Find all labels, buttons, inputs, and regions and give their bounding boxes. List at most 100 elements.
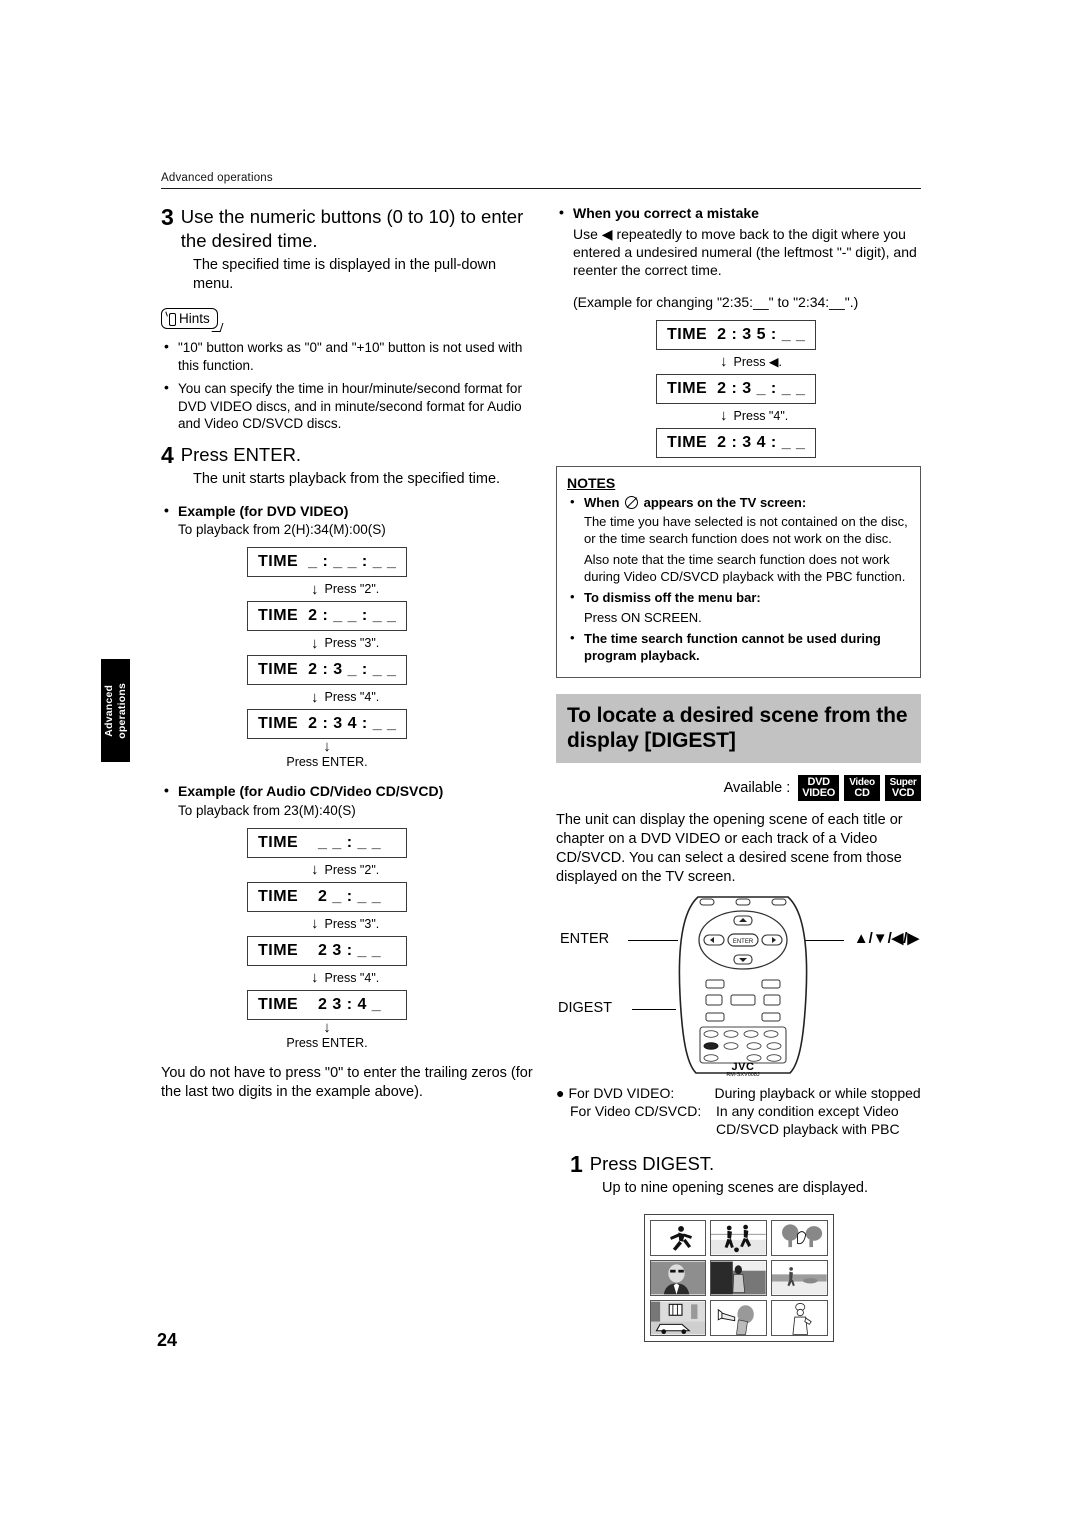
time-display-box: TIME 2 : 3 5 : _ _: [656, 319, 816, 350]
note-label-pre: When: [584, 494, 620, 510]
step-4-number: 4: [161, 441, 174, 468]
condition-term: For Video CD/SVCD:: [570, 1103, 702, 1119]
hand-pointer-icon: [165, 311, 178, 326]
flow-arrow-row: ↓ Press "2".: [311, 858, 533, 882]
flow-action-label: Press ENTER.: [286, 1035, 368, 1050]
down-arrow-icon: ↓: [311, 969, 319, 986]
flow-action-label: Press "4".: [324, 970, 380, 985]
remote-control-diagram: ENTER DIGEST ▲/▼/◀/▶ ENTER JVC RM-SXV008…: [556, 895, 921, 1080]
remote-callout-digest: DIGEST: [558, 1000, 612, 1016]
digest-intro-text: The unit can display the opening scene o…: [556, 812, 903, 885]
down-arrow-icon: ↓: [311, 915, 319, 932]
step-3-body: The specified time is displayed in the p…: [193, 257, 497, 292]
note-label: To dismiss off the menu bar:: [584, 590, 761, 605]
condition-row-vcd: For Video CD/SVCD: In any condition exce…: [556, 1102, 921, 1138]
badge-bottom: CD: [854, 787, 870, 799]
digest-scene-cell[interactable]: [710, 1220, 767, 1256]
digest-scene-cell[interactable]: [770, 1300, 828, 1336]
flow-action-label: Press ENTER.: [286, 755, 368, 769]
flow-arrow-row: ↓ Press ◀.: [720, 350, 921, 374]
digest-scene-cell[interactable]: [770, 1220, 828, 1256]
flow-action-label: Press ◀.: [733, 355, 783, 369]
example-cd-heading-list: Example (for Audio CD/Video CD/SVCD): [161, 782, 533, 801]
flow-arrow-enter: ↓ Press ENTER.: [247, 1019, 407, 1050]
note-label: When appears on the TV screen:: [584, 495, 910, 512]
digest-scene-cell[interactable]: [770, 1260, 828, 1296]
condition-row-dvd: ● For DVD VIDEO: During playback or whil…: [556, 1084, 921, 1102]
remote-model-label: RM-SXV008J: [726, 1072, 760, 1078]
notes-list-2: To dismiss off the menu bar:: [567, 589, 910, 607]
time-display-box: TIME 2 : 3 _ : _ _: [247, 655, 407, 685]
scene-soccer-icon: [711, 1224, 766, 1255]
digest-grid-wrapper: [556, 1214, 921, 1342]
digest-scene-cell[interactable]: [710, 1260, 767, 1296]
step-4-body: The unit starts playback from the specif…: [193, 470, 501, 487]
right-column: When you correct a mistake Use ◀ repeate…: [556, 204, 921, 1342]
remote-body-illustration: ENTER: [678, 896, 808, 1074]
time-display-box: TIME 2 3 : _ _: [247, 935, 407, 966]
down-arrow-icon: ↓: [311, 634, 319, 652]
scene-table-tennis-icon: [781, 1224, 822, 1248]
list-item: The time search function cannot be used …: [567, 630, 910, 664]
section-banner-digest: To locate a desired scene from the displ…: [556, 694, 921, 763]
notes-list: When appears on the TV screen:: [567, 494, 910, 512]
condition-term: For DVD VIDEO:: [568, 1085, 675, 1101]
notes-box: NOTES When appears on the TV screen: The…: [556, 465, 921, 678]
example-dvd-heading: Example (for DVD VIDEO): [161, 502, 533, 521]
note-label: The time search function cannot be used …: [584, 631, 881, 663]
example-cd-heading: Example (for Audio CD/Video CD/SVCD): [161, 782, 533, 801]
digest-scene-cell[interactable]: [649, 1220, 707, 1256]
remote-callout-enter: ENTER: [560, 931, 610, 947]
notes-list-3: The time search function cannot be used …: [567, 630, 910, 664]
side-tab-advanced-operations: Advanced operations: [101, 659, 130, 762]
digest-scene-cell[interactable]: [649, 1300, 707, 1336]
correct-mistake-example-caption: (Example for changing "2:35:__" to "2:34…: [573, 293, 859, 310]
note-paragraph: Press ON SCREEN.: [584, 609, 702, 625]
time-display-box: TIME 2 : 3 4 : _ _: [656, 427, 816, 458]
bullet-icon: ●: [556, 1085, 565, 1101]
correct-mistake-body: Use ◀ repeatedly to move back to the dig…: [573, 225, 917, 278]
flow-arrow-row: ↓ Press "2".: [311, 577, 533, 601]
digest-scene-cell[interactable]: [649, 1260, 707, 1296]
list-item: "10" button works as "0" and "+10" butto…: [161, 338, 533, 374]
step-1-title: Press DIGEST.: [589, 1153, 715, 1174]
list-item: To dismiss off the menu bar:: [567, 589, 910, 607]
step-3-number: 3: [161, 204, 174, 230]
digest-conditions: ● For DVD VIDEO: During playback or whil…: [556, 1084, 921, 1138]
scene-runner-icon: [669, 1225, 692, 1251]
time-display-box: TIME _ : _ _ : _ _: [247, 547, 407, 577]
step-3: 3 Use the numeric buttons (0 to 10) to e…: [161, 205, 533, 253]
available-label: Available :: [723, 780, 791, 796]
badge-super-vcd: Super VCD: [885, 775, 921, 801]
time-display-box: TIME 2 3 : 4 _: [247, 989, 407, 1020]
down-arrow-icon: ↓: [720, 353, 728, 370]
side-tab-label: Advanced operations: [103, 683, 129, 739]
note-paragraph: The time you have selected is not contai…: [584, 514, 908, 546]
step-4: 4 Press ENTER.: [161, 443, 533, 467]
digest-scene-grid: [643, 1214, 834, 1342]
remote-callout-arrows: ▲/▼/◀/▶: [853, 930, 919, 947]
badge-bottom: VIDEO: [802, 787, 835, 799]
flow-arrow-row: ↓ Press "4".: [720, 404, 921, 428]
notes-title: NOTES: [567, 474, 616, 491]
flow-arrow-row: ↓ Press "4".: [311, 685, 533, 709]
down-arrow-icon: ↓: [323, 738, 331, 755]
flow-arrow-row: ↓ Press "4".: [311, 966, 533, 990]
digest-scene-cell[interactable]: [710, 1300, 767, 1336]
hints-list: "10" button works as "0" and "+10" butto…: [161, 338, 533, 433]
example-dvd-flow: TIME _ : _ _ : _ _ ↓ Press "2". TIME 2 :…: [161, 547, 533, 769]
flow-action-label: Press "2".: [324, 862, 380, 877]
hints-tail-decoration: [211, 323, 224, 332]
correct-mistake-block: When you correct a mistake: [556, 204, 921, 223]
time-display-box: TIME 2 : _ _ : _ _: [247, 601, 407, 631]
scene-fence-icon: [711, 1261, 766, 1295]
note-paragraph: Also note that the time search function …: [584, 552, 906, 584]
flow-action-label: Press "3".: [324, 636, 380, 650]
scene-city-car-icon: [650, 1301, 706, 1335]
side-tab-line2: operations: [115, 682, 128, 739]
step-1: 1 Press DIGEST.: [570, 1152, 921, 1176]
scene-portrait-icon: [650, 1261, 706, 1295]
down-arrow-icon: ↓: [720, 407, 728, 424]
available-row: Available : DVD VIDEO Video CD Super VCD: [556, 775, 921, 801]
flow-action-label: Press "3".: [324, 916, 380, 931]
